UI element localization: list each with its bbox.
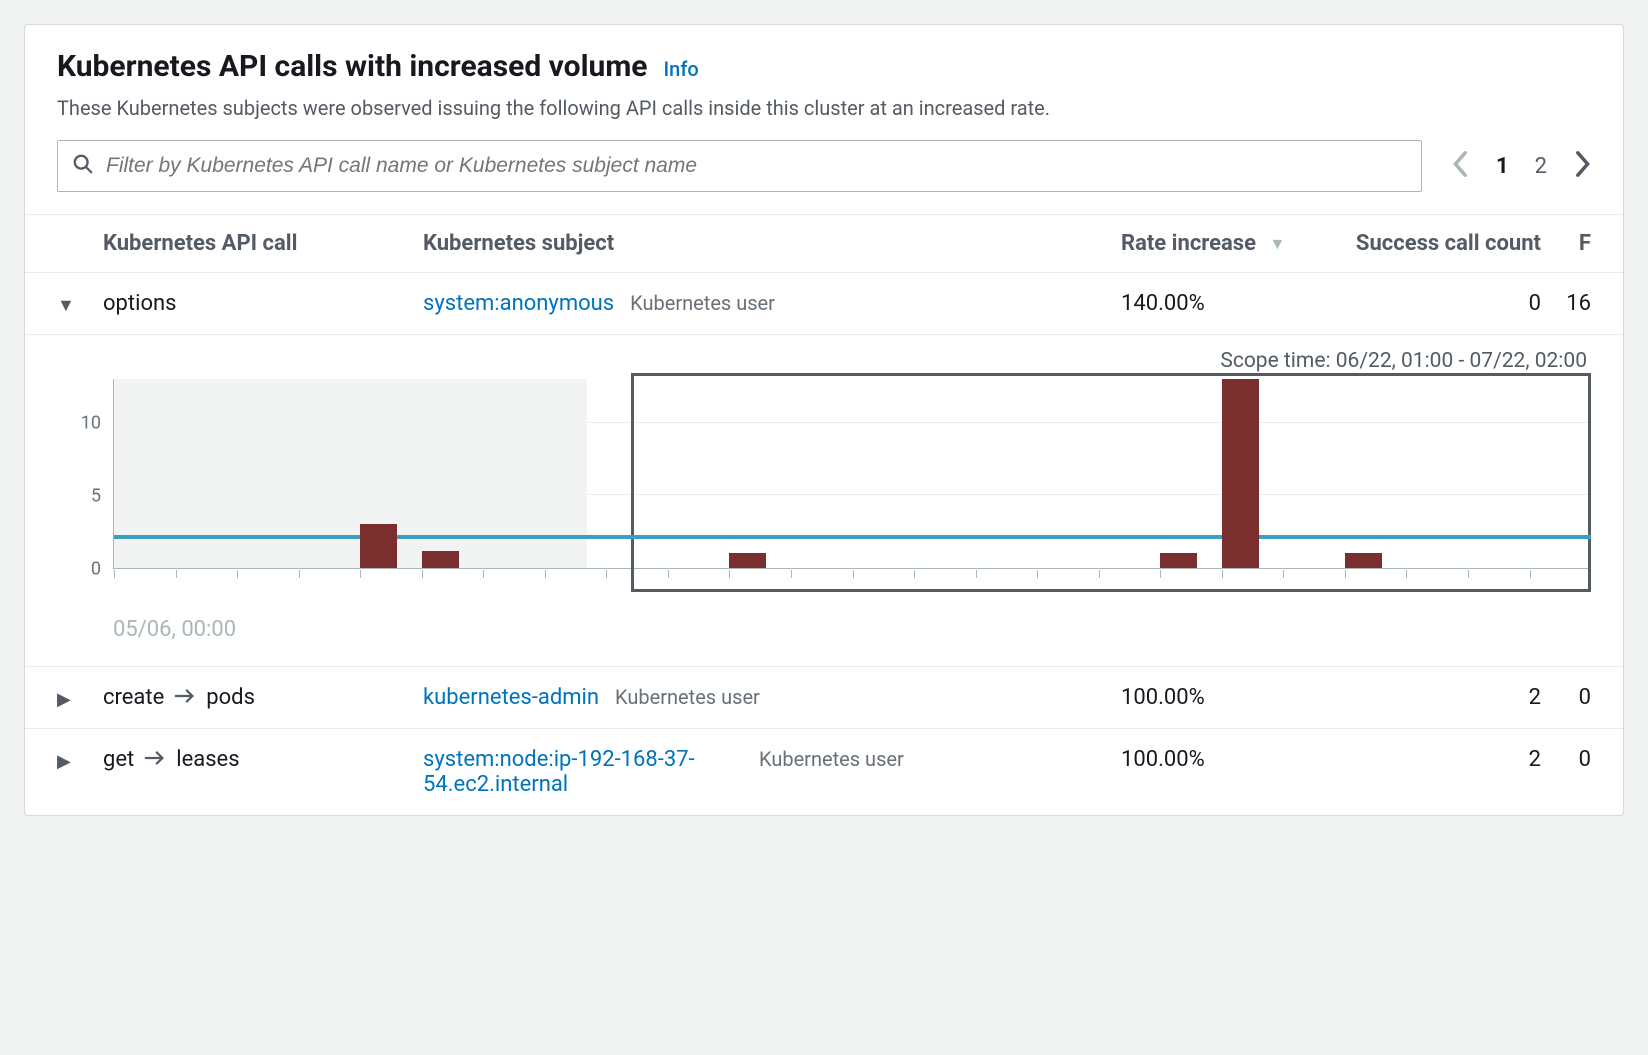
collapse-toggle[interactable]: ▼ xyxy=(57,291,103,316)
subject-type: Kubernetes user xyxy=(630,291,775,315)
y-axis: 0510 xyxy=(57,379,113,569)
col-rate[interactable]: Rate increase ▼ xyxy=(1121,231,1331,256)
api-call-cell: options xyxy=(103,291,423,316)
rate-cell: 100.00% xyxy=(1121,747,1331,772)
api-verb: options xyxy=(103,291,177,316)
col-subject[interactable]: Kubernetes subject xyxy=(423,231,1121,256)
x-axis-label: 05/06, 00:00 xyxy=(113,617,1591,642)
page-1[interactable]: 1 xyxy=(1496,154,1509,179)
row-chart-area: Scope time: 06/22, 01:00 - 07/22, 02:00 … xyxy=(25,335,1623,667)
expand-toggle[interactable]: ▶ xyxy=(57,685,103,710)
y-tick: 5 xyxy=(91,485,101,506)
chart-bar xyxy=(422,551,459,568)
prev-page-icon[interactable] xyxy=(1452,150,1470,182)
api-verb: create xyxy=(103,685,164,710)
sort-desc-icon: ▼ xyxy=(1269,234,1285,254)
api-resource: pods xyxy=(206,685,255,710)
next-page-icon[interactable] xyxy=(1573,150,1591,182)
arrow-right-icon xyxy=(144,747,166,772)
page-2[interactable]: 2 xyxy=(1535,154,1547,179)
chart-bar xyxy=(1160,553,1197,568)
chart-bar xyxy=(1222,379,1259,568)
api-verb: get xyxy=(103,747,134,772)
subject-type: Kubernetes user xyxy=(615,685,760,709)
table-row: ▶ create pods kubernetes-admin Kubernete… xyxy=(25,667,1623,729)
bar-chart: 0 5 10 xyxy=(57,379,1591,599)
panel-description: These Kubernetes subjects were observed … xyxy=(57,96,1591,120)
rate-cell: 140.00% xyxy=(1121,291,1331,316)
subject-link[interactable]: system:anonymous xyxy=(423,291,614,316)
bg-band xyxy=(114,379,587,568)
f-cell: 0 xyxy=(1541,685,1591,710)
y-tick: 10 xyxy=(81,412,101,433)
table-header: Kubernetes API call Kubernetes subject R… xyxy=(25,215,1623,273)
api-calls-panel: Kubernetes API calls with increased volu… xyxy=(24,24,1624,816)
x-ticks xyxy=(114,570,1591,578)
pagination: 1 2 xyxy=(1452,150,1591,182)
y-tick: 0 xyxy=(91,559,101,580)
subject-link[interactable]: system:node:ip-192-168-37-54.ec2.interna… xyxy=(423,747,743,797)
panel-title: Kubernetes API calls with increased volu… xyxy=(57,49,648,84)
subject-type: Kubernetes user xyxy=(759,747,904,771)
subject-cell: kubernetes-admin Kubernetes user xyxy=(423,685,1121,710)
f-cell: 0 xyxy=(1541,747,1591,772)
rate-cell: 100.00% xyxy=(1121,685,1331,710)
success-cell: 2 xyxy=(1331,685,1541,710)
chart-bar xyxy=(729,553,766,568)
subject-link[interactable]: kubernetes-admin xyxy=(423,685,599,710)
arrow-right-icon xyxy=(174,685,196,710)
scope-box xyxy=(631,373,1591,592)
api-call-cell: create pods xyxy=(103,685,423,710)
table-row: ▼ options system:anonymous Kubernetes us… xyxy=(25,273,1623,335)
success-cell: 2 xyxy=(1331,747,1541,772)
scope-time-label: Scope time: 06/22, 01:00 - 07/22, 02:00 xyxy=(57,349,1591,373)
col-f[interactable]: F xyxy=(1541,231,1591,256)
reference-line xyxy=(114,535,1591,539)
search-icon xyxy=(72,153,94,179)
table-row: ▶ get leases system:node:ip-192-168-37-5… xyxy=(25,729,1623,815)
search-field[interactable] xyxy=(57,140,1422,192)
subject-cell: system:node:ip-192-168-37-54.ec2.interna… xyxy=(423,747,1121,797)
chart-bar xyxy=(360,524,397,568)
col-rate-label: Rate increase xyxy=(1121,231,1256,256)
plot-area xyxy=(113,379,1591,569)
subject-cell: system:anonymous Kubernetes user xyxy=(423,291,1121,316)
info-link[interactable]: Info xyxy=(664,57,699,81)
chart-bar xyxy=(1345,553,1382,568)
success-cell: 0 xyxy=(1331,291,1541,316)
expand-toggle[interactable]: ▶ xyxy=(57,747,103,772)
col-api-call[interactable]: Kubernetes API call xyxy=(103,231,423,256)
api-resource: leases xyxy=(176,747,239,772)
f-cell: 16 xyxy=(1541,291,1591,316)
search-input[interactable] xyxy=(94,154,1407,178)
col-success[interactable]: Success call count xyxy=(1331,231,1541,256)
api-call-cell: get leases xyxy=(103,747,423,772)
